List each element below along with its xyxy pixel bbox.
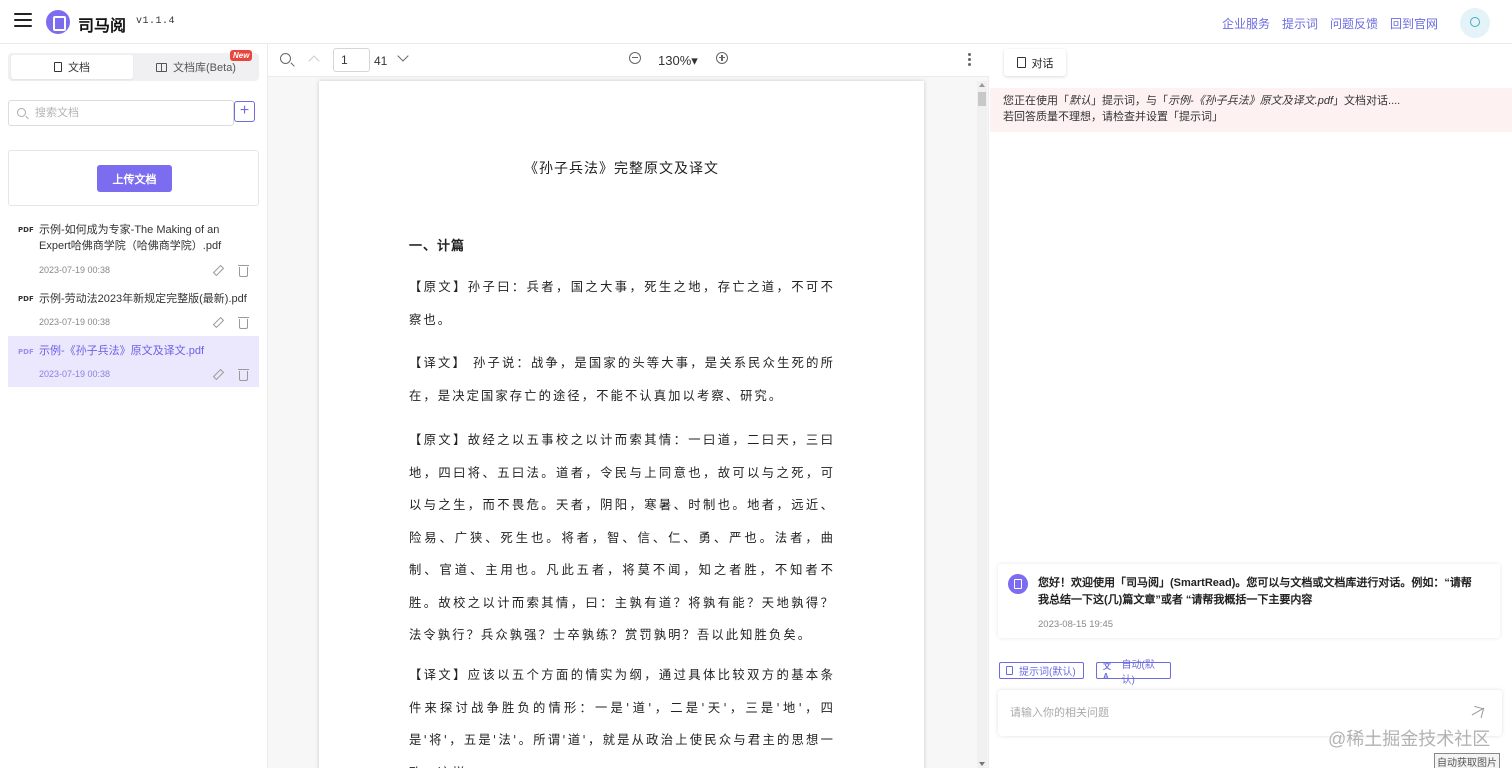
top-header: 司马阅 v1.1.4 企业服务 提示词 问题反馈 回到官网: [0, 0, 1512, 44]
scrollbar-thumb[interactable]: [978, 92, 986, 106]
message-time: 2023-08-15 19:45: [1038, 619, 1114, 630]
nav-official-site[interactable]: 回到官网: [1390, 15, 1438, 32]
zoom-in-icon[interactable]: [716, 52, 728, 64]
app-name: 司马阅: [78, 18, 127, 35]
pdf-page: 《孙子兵法》完整原文及译文 一、计篇 【原文】孙子曰：兵者，国之大事，死生之地，…: [319, 81, 924, 768]
tab-chat[interactable]: 对话: [1004, 49, 1066, 76]
document-search: [8, 100, 234, 126]
send-icon[interactable]: [1471, 705, 1485, 719]
tab-library-label: 文档库(Beta): [173, 62, 236, 74]
bot-avatar-icon: [1008, 574, 1028, 594]
prompt-select-button[interactable]: 提示词(默认): [999, 662, 1084, 679]
app-logo: [46, 10, 70, 34]
nav-prompts[interactable]: 提示词: [1282, 15, 1318, 32]
translate-icon: 文A: [1103, 661, 1111, 681]
chat-panel: 对话 您正在使用「默认」提示词，与「示例-《孙子兵法》原文及译文.pdf」文档对…: [990, 44, 1512, 768]
search-icon: [17, 108, 26, 117]
pdf-icon: PDF: [18, 348, 34, 356]
tab-documents[interactable]: 文档: [11, 55, 133, 79]
next-page-icon[interactable]: [397, 50, 409, 62]
pdf-icon: PDF: [18, 226, 34, 234]
pdf-toolbar: 41 130%▾: [268, 44, 989, 77]
chat-message: 您好！欢迎使用「司马阅」(SmartRead)。您可以与文档或文档库进行对话。例…: [998, 564, 1500, 638]
document-title: 示例-如何成为专家-The Making of an Expert哈佛商学院（哈…: [39, 224, 222, 252]
notice-line-1: 您正在使用「默认」提示词，与「示例-《孙子兵法》原文及译文.pdf」文档对话..…: [1003, 95, 1401, 107]
document-title: 示例-劳动法2023年新规定完整版(最新).pdf: [39, 293, 247, 305]
delete-icon[interactable]: [238, 369, 249, 381]
user-avatar[interactable]: [1460, 8, 1490, 38]
pdf-icon: PDF: [18, 295, 34, 303]
document-date: 2023-07-19 00:38: [39, 369, 111, 379]
sidebar-tabs: 文档 文档库(Beta) New: [8, 50, 259, 81]
upload-button[interactable]: 上传文档: [97, 165, 172, 192]
previous-page-icon[interactable]: [308, 55, 320, 67]
edit-icon[interactable]: [213, 265, 223, 275]
notice-line-2: 若回答质量不理想，请检查并设置「提示词」: [1003, 111, 1223, 123]
prompt-select-label: 提示词(默认): [1019, 667, 1076, 678]
watermark: @稀土掘金技术社区: [1328, 729, 1491, 749]
scroll-up-icon[interactable]: [979, 83, 985, 87]
search-icon[interactable]: [280, 53, 291, 64]
zoom-out-icon[interactable]: [629, 52, 641, 64]
paragraph: 【原文】孙子曰：兵者，国之大事，死生之地，存亡之道，不可不察也。: [409, 280, 835, 327]
document-icon: [1006, 666, 1013, 675]
document-title: 示例-《孙子兵法》原文及译文.pdf: [39, 345, 205, 357]
chat-input[interactable]: [1010, 704, 1450, 722]
section-heading: 一、计篇: [409, 239, 466, 254]
chat-document-icon: [1016, 57, 1026, 68]
language-select-label: 自动(默认): [1121, 659, 1155, 686]
document-heading: 《孙子兵法》完整原文及译文: [524, 161, 719, 177]
tab-documents-label: 文档: [68, 62, 90, 74]
add-button[interactable]: +: [234, 101, 255, 122]
edit-icon[interactable]: [213, 317, 223, 327]
upload-area: 上传文档: [8, 150, 259, 206]
list-item[interactable]: PDF 示例-如何成为专家-The Making of an Expert哈佛商…: [8, 218, 259, 280]
scrollbar[interactable]: [977, 81, 987, 768]
delete-icon[interactable]: [238, 265, 249, 277]
document-date: 2023-07-19 00:38: [39, 265, 111, 275]
book-icon: [156, 62, 168, 72]
paragraph: 【译文】应该以五个方面的情实为纲，通过具体比较双方的基本条件来探讨战争胜负的情形…: [409, 668, 835, 768]
auto-capture-label: 自动获取图片: [1434, 753, 1500, 768]
language-select-button[interactable]: 文A 自动(默认): [1096, 660, 1171, 686]
paragraph: 【译文】 孙子说：战争，是国家的头等大事，是关系民众生死的所在，是决定国家存亡的…: [409, 356, 835, 403]
search-input[interactable]: [35, 105, 225, 121]
document-date: 2023-07-19 00:38: [39, 317, 111, 327]
page-total: 41: [374, 54, 388, 68]
nav-feedback[interactable]: 问题反馈: [1330, 15, 1378, 32]
document-icon: [54, 62, 62, 72]
list-item[interactable]: PDF 示例-《孙子兵法》原文及译文.pdf 2023-07-19 00:38: [8, 336, 259, 387]
nav-enterprise-service[interactable]: 企业服务: [1222, 15, 1270, 32]
menu-icon[interactable]: [14, 13, 32, 29]
pdf-viewer: 41 130%▾ 《孙子兵法》完整原文及译文 一、计篇 【原文】孙子曰：兵者，国…: [268, 44, 989, 768]
message-text: 您好！欢迎使用「司马阅」(SmartRead)。您可以与文档或文档库进行对话。例…: [1038, 577, 1472, 606]
prompt-notice: 您正在使用「默认」提示词，与「示例-《孙子兵法》原文及译文.pdf」文档对话..…: [990, 88, 1512, 132]
zoom-select[interactable]: 130%▾: [658, 53, 698, 69]
app-version: v1.1.4: [136, 16, 176, 27]
document-sidebar: 文档 文档库(Beta) New + 上传文档 PDF 示例-如何成为专家-Th…: [0, 44, 268, 768]
edit-icon[interactable]: [213, 369, 223, 379]
list-item[interactable]: PDF 示例-劳动法2023年新规定完整版(最新).pdf 2023-07-19…: [8, 287, 259, 333]
more-options-icon[interactable]: [968, 53, 971, 68]
page-number-input[interactable]: [333, 48, 370, 72]
top-nav: 企业服务 提示词 问题反馈 回到官网: [1222, 15, 1438, 32]
scroll-down-icon[interactable]: [979, 762, 985, 766]
new-badge: New: [230, 50, 253, 61]
paragraph: 【原文】故经之以五事校之以计而索其情：一曰道，二曰天，三曰地，四曰将、五曰法。道…: [409, 433, 835, 642]
tab-chat-label: 对话: [1031, 57, 1054, 70]
delete-icon[interactable]: [238, 317, 249, 329]
